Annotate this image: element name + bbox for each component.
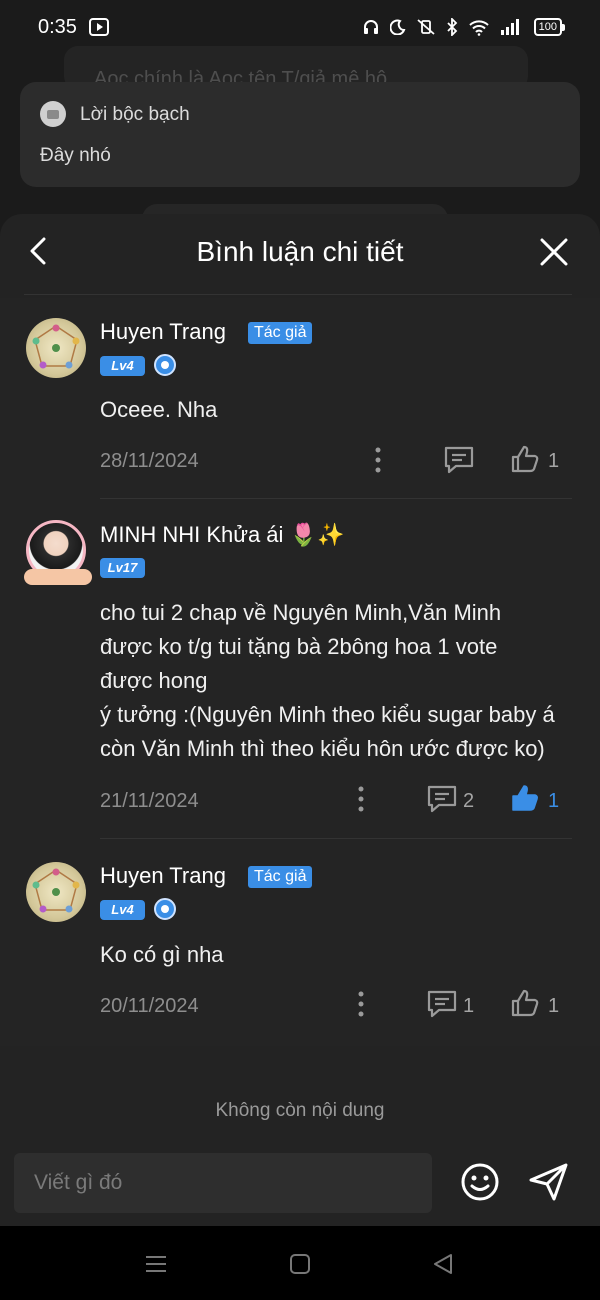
comment-text: cho tui 2 chap về Nguyên Minh,Văn Minh đ… xyxy=(100,596,580,766)
reply-icon[interactable] xyxy=(426,784,458,814)
medal-icon xyxy=(154,354,176,376)
comment-input-bar xyxy=(0,1138,600,1226)
signal-icon xyxy=(500,19,519,35)
emoji-icon[interactable] xyxy=(460,1162,500,1202)
comment-separator xyxy=(100,498,572,499)
headphones-icon xyxy=(363,20,378,34)
like-icon[interactable] xyxy=(510,444,540,474)
comment-list: Huyen Trang Tác giả Lv4 Oceee. Nha 28/11… xyxy=(0,298,600,1046)
level-badge: Lv4 xyxy=(100,356,145,376)
like-count: 1 xyxy=(548,450,560,472)
reply-icon[interactable] xyxy=(426,989,458,1019)
comment-date: 21/11/2024 xyxy=(100,790,199,812)
sheet-title: Bình luận chi tiết xyxy=(196,236,404,267)
like-icon[interactable] xyxy=(510,988,540,1018)
like-icon-active[interactable] xyxy=(510,783,540,813)
wifi-icon xyxy=(468,20,489,36)
vibrate-off-icon xyxy=(417,19,435,35)
comment-input[interactable] xyxy=(14,1153,432,1213)
end-of-list-text: Không còn nội dung xyxy=(215,1100,385,1121)
medal-icon xyxy=(154,898,176,920)
sheet-header: Bình luận chi tiết xyxy=(0,214,600,290)
video-app-icon xyxy=(88,18,109,36)
status-icons: 100 xyxy=(362,18,566,36)
close-icon[interactable] xyxy=(536,234,572,270)
comment-text-line: được ko t/g tui tặng bà 2bông hoa 1 vote xyxy=(100,634,498,659)
back-icon[interactable] xyxy=(22,232,54,270)
like-count: 1 xyxy=(548,995,560,1017)
avatar-frame-deco xyxy=(24,569,92,585)
user-name[interactable]: Huyen Trang xyxy=(100,319,226,345)
battery-indicator: 100 xyxy=(533,18,566,36)
header-divider xyxy=(24,294,572,295)
status-time: 0:35 xyxy=(38,15,77,38)
level-badge: Lv17 xyxy=(100,558,145,578)
author-badge: Tác giả xyxy=(248,866,313,888)
bluetooth-icon xyxy=(447,18,457,36)
more-icon[interactable] xyxy=(355,989,367,1019)
comment-text: Ko có gì nha xyxy=(100,942,224,967)
reply-count: 1 xyxy=(463,995,475,1017)
user-name[interactable]: Huyen Trang xyxy=(100,863,226,889)
menu-icon[interactable] xyxy=(144,1254,168,1274)
back-nav-icon[interactable] xyxy=(432,1253,454,1275)
background-card-title: Lời bộc bạch xyxy=(80,104,190,125)
comment-text: Oceee. Nha xyxy=(100,397,218,422)
more-icon[interactable] xyxy=(372,445,384,475)
comment-text-line: ý tưởng :(Nguyên Minh theo kiểu sugar ba… xyxy=(100,702,555,727)
comment-date: 20/11/2024 xyxy=(100,995,199,1017)
moon-icon xyxy=(389,19,406,35)
comment-text-line: được hong xyxy=(100,668,208,693)
reply-icon[interactable] xyxy=(443,445,475,475)
level-badge: Lv4 xyxy=(100,900,145,920)
comment-text-line: còn Văn Minh thì theo kiểu hôn ước được … xyxy=(100,736,545,761)
author-badge: Tác giả xyxy=(248,322,313,344)
background-post-card xyxy=(20,82,580,187)
background-faded-text: Aoc chính là Aoc tên T/giả mê hô xyxy=(94,68,388,82)
comment-detail-sheet: Bình luận chi tiết Huyen Trang Tác giả L… xyxy=(0,214,600,1226)
comment-date: 28/11/2024 xyxy=(100,450,199,472)
background-card-text: Đây nhó xyxy=(40,145,111,166)
message-icon xyxy=(40,101,66,127)
more-icon[interactable] xyxy=(355,784,367,814)
avatar[interactable] xyxy=(26,318,86,378)
home-icon[interactable] xyxy=(289,1253,311,1275)
system-nav-bar xyxy=(0,1226,600,1300)
avatar[interactable] xyxy=(26,862,86,922)
reply-count: 2 xyxy=(463,790,475,812)
user-name[interactable]: MINH NHI Khửa ái 🌷✨ xyxy=(100,522,344,548)
like-count: 1 xyxy=(548,790,560,812)
send-icon[interactable] xyxy=(528,1162,570,1202)
comment-separator xyxy=(100,838,572,839)
comment-text-line: cho tui 2 chap về Nguyên Minh,Văn Minh xyxy=(100,600,502,625)
